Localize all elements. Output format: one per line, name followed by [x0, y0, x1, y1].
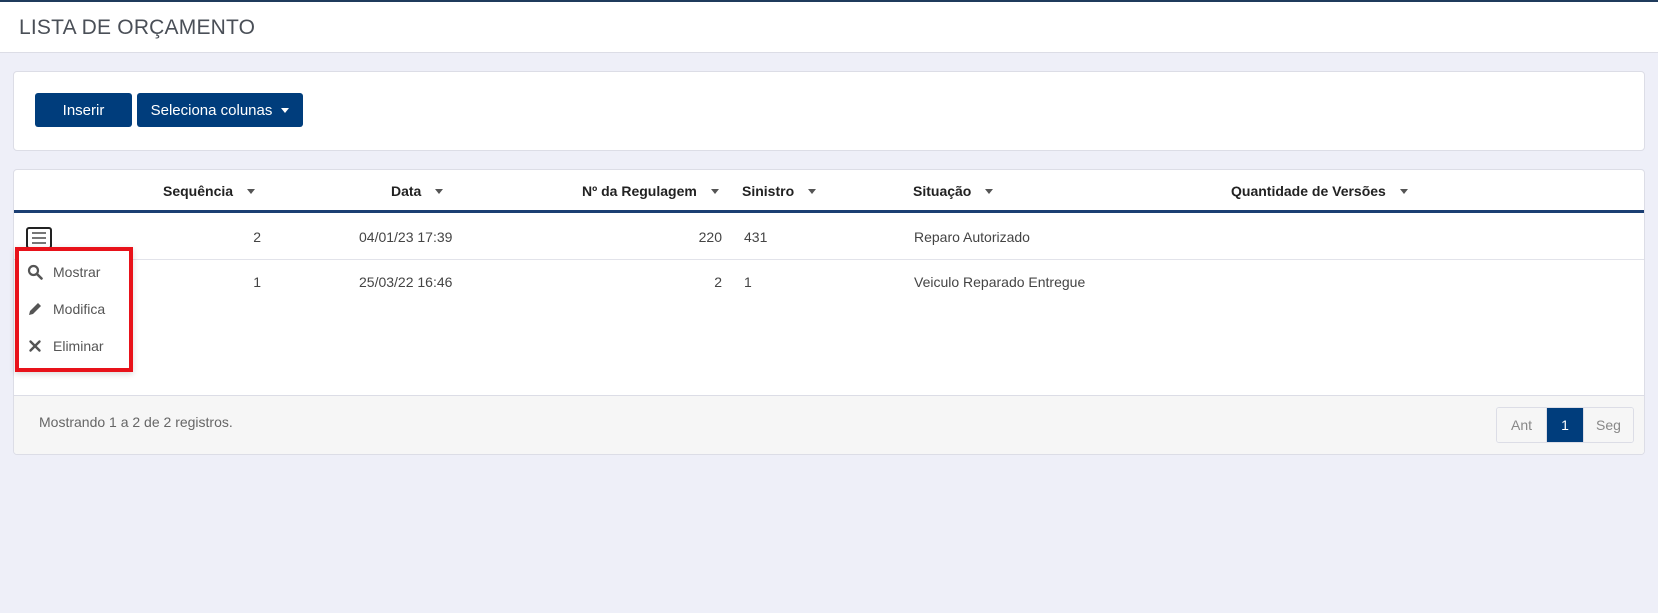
- cell-sequencia: 1: [253, 274, 261, 290]
- cell-situacao: Reparo Autorizado: [914, 229, 1030, 245]
- cell-regulagem: 220: [698, 229, 722, 245]
- select-columns-label: Seleciona colunas: [150, 101, 273, 119]
- table-row[interactable]: 1 25/03/22 16:46 2 1 Veiculo Reparado En…: [14, 260, 1644, 305]
- toolbar-card: Inserir Seleciona colunas: [13, 71, 1645, 151]
- insert-button[interactable]: Inserir: [35, 93, 132, 127]
- column-header-sinistro[interactable]: Sinistro: [742, 183, 817, 199]
- insert-button-label: Inserir: [62, 101, 105, 119]
- cell-situacao: Veiculo Reparado Entregue: [914, 274, 1086, 290]
- select-columns-button[interactable]: Seleciona colunas: [137, 93, 303, 127]
- sort-caret-icon: [710, 188, 719, 194]
- column-header-sequencia[interactable]: Sequência: [163, 183, 256, 199]
- sort-caret-icon: [808, 188, 817, 194]
- close-icon: [29, 340, 41, 352]
- cell-data: 04/01/23 17:39: [359, 229, 453, 245]
- menu-item-mostrar[interactable]: Mostrar: [27, 261, 100, 283]
- cell-data: 25/03/22 16:46: [359, 274, 453, 290]
- menu-item-label: Eliminar: [53, 338, 104, 354]
- menu-item-label: Mostrar: [53, 264, 101, 280]
- menu-item-label: Modifica: [53, 301, 106, 317]
- budget-table: Sequência Data Nº da Regulagem Sinistro …: [13, 169, 1645, 455]
- cell-sequencia: 2: [253, 229, 261, 245]
- search-icon: [27, 264, 43, 280]
- row-actions-menu: Mostrar Modifica Eliminar: [15, 247, 133, 372]
- prev-page-button[interactable]: Ant: [1497, 408, 1547, 442]
- caret-down-icon: [281, 107, 290, 113]
- table-footer: Mostrando 1 a 2 de 2 registros. Ant 1 Se…: [14, 395, 1644, 454]
- hamburger-icon: [32, 232, 46, 234]
- column-header-quantidade-versoes[interactable]: Quantidade de Versões: [1231, 183, 1408, 199]
- page-header: LISTA DE ORÇAMENTO: [0, 2, 1658, 53]
- sort-caret-icon: [435, 188, 444, 194]
- column-header-situacao[interactable]: Situação: [913, 183, 994, 199]
- page-1-button[interactable]: 1: [1547, 408, 1583, 442]
- table-row[interactable]: 2 04/01/23 17:39 220 431 Reparo Autoriza…: [14, 215, 1644, 260]
- records-info: Mostrando 1 a 2 de 2 registros.: [39, 414, 233, 430]
- cell-sinistro: 1: [744, 274, 752, 290]
- next-page-button[interactable]: Seg: [1583, 408, 1633, 442]
- column-header-regulagem[interactable]: Nº da Regulagem: [582, 183, 719, 199]
- cell-regulagem: 2: [714, 274, 722, 290]
- menu-item-modifica[interactable]: Modifica: [27, 298, 105, 320]
- pencil-icon: [29, 303, 41, 315]
- sort-caret-icon: [247, 188, 256, 194]
- menu-item-eliminar[interactable]: Eliminar: [27, 335, 104, 357]
- cell-sinistro: 431: [744, 229, 768, 245]
- row-menu-button[interactable]: [26, 227, 52, 249]
- column-header-data[interactable]: Data: [391, 183, 444, 199]
- sort-caret-icon: [985, 188, 994, 194]
- table-header: Sequência Data Nº da Regulagem Sinistro …: [14, 170, 1644, 213]
- pagination: Ant 1 Seg: [1496, 407, 1634, 443]
- page-title: LISTA DE ORÇAMENTO: [19, 16, 256, 39]
- sort-caret-icon: [1399, 188, 1408, 194]
